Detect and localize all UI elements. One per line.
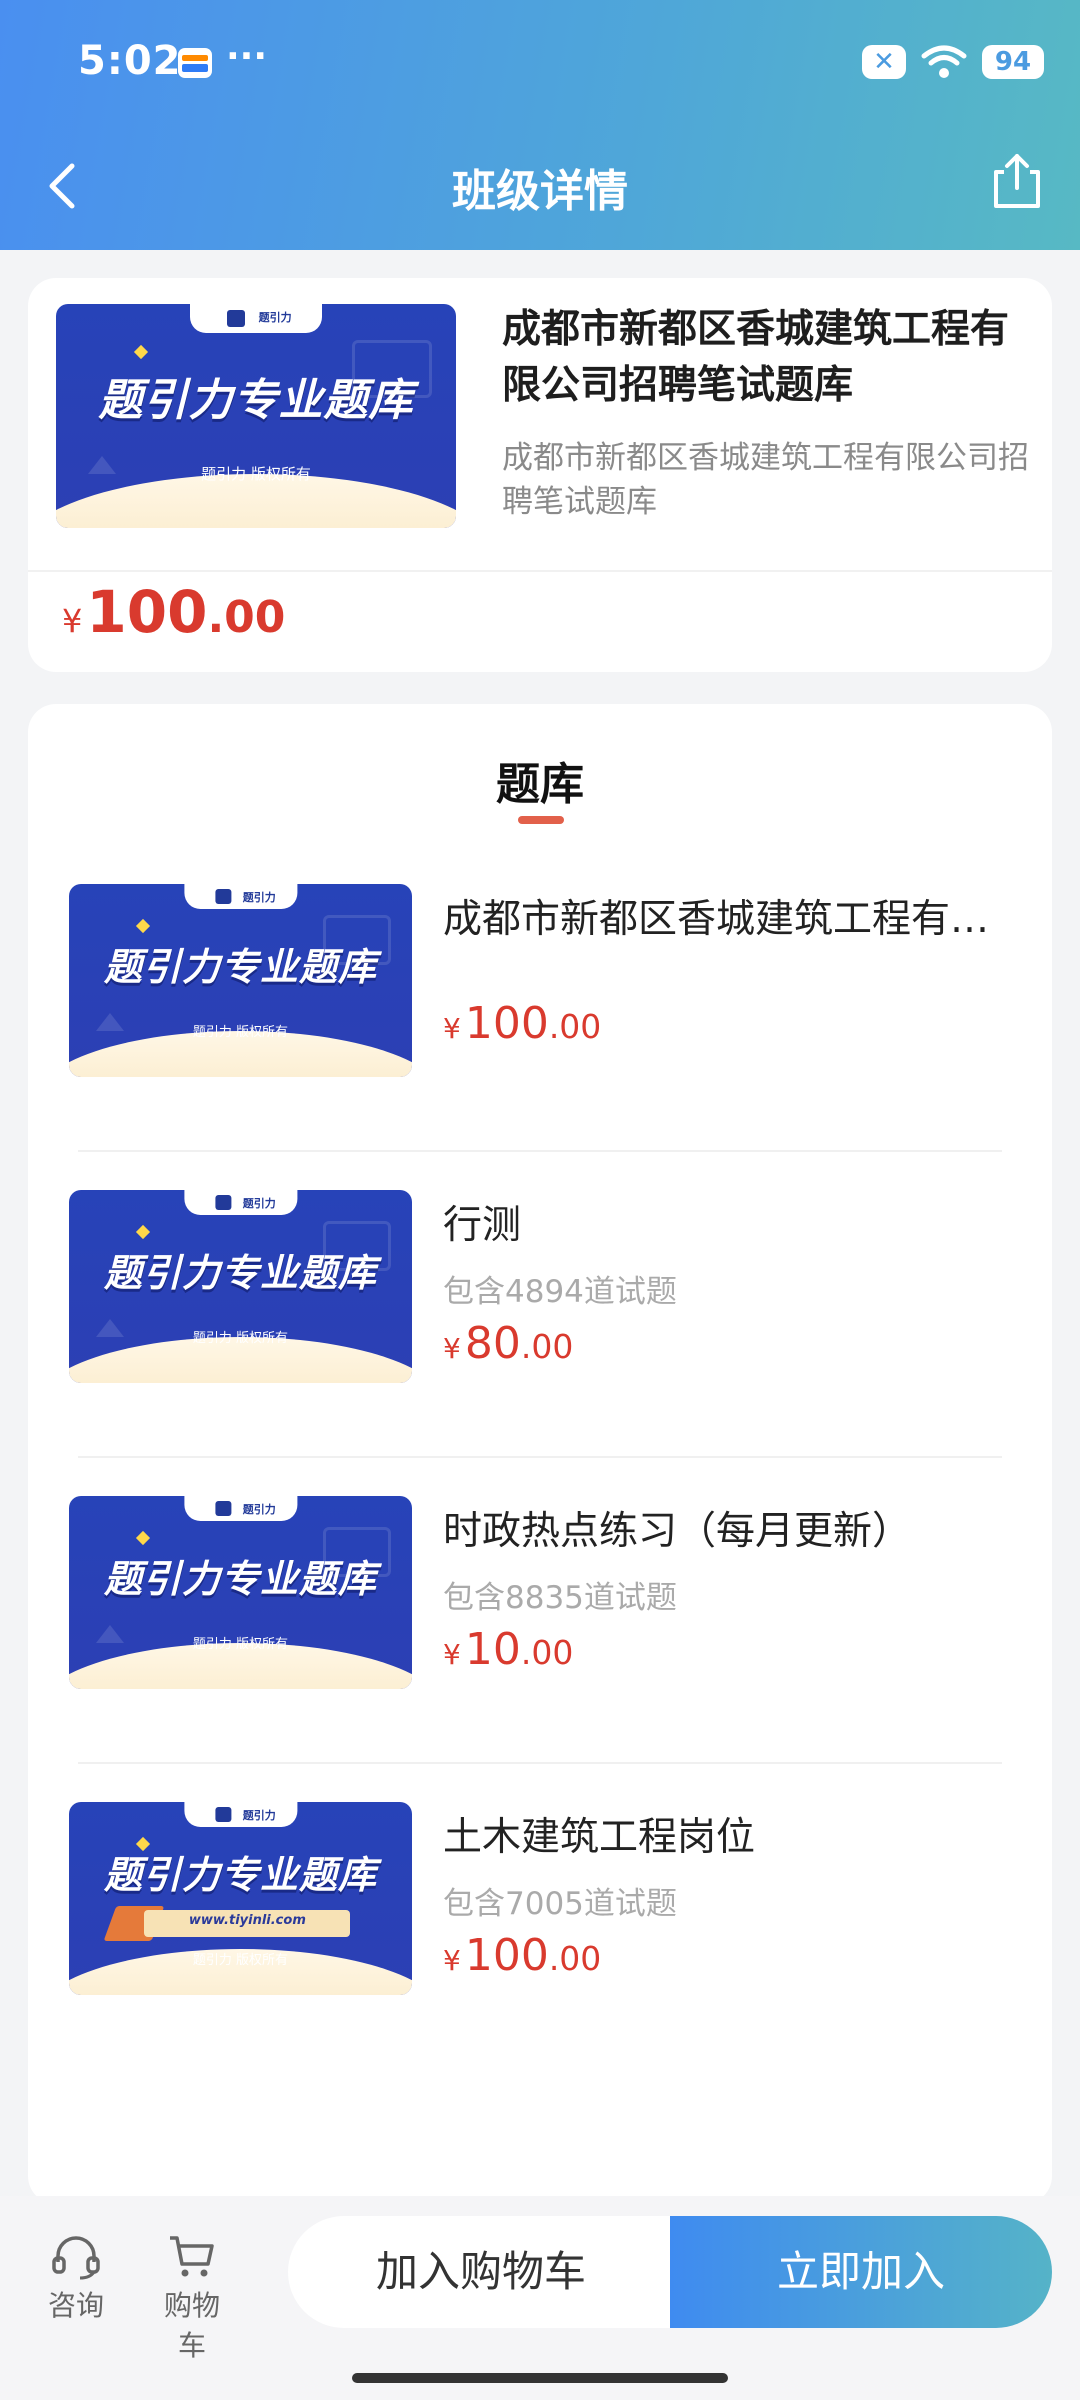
- banner-main-text: 题引力专业题库: [103, 1853, 377, 1898]
- banner-tab-text: 题引力: [242, 1502, 276, 1516]
- banner-main-text: 题引力专业题库: [98, 375, 414, 427]
- star-icon: [135, 1530, 150, 1545]
- divider: [78, 1456, 1002, 1458]
- item-question-count: 包含7005道试题: [443, 1886, 677, 1922]
- cart-button[interactable]: 购物车: [152, 2232, 232, 2364]
- list-item[interactable]: 题引力 题引力专业题库 题引力 版权所有 行测 包含4894道试题 ¥80.00: [28, 1190, 1052, 1496]
- item-name: 土木建筑工程岗位: [443, 1815, 756, 1860]
- price-decimal: .00: [207, 592, 286, 643]
- status-bar: 5:02 ··· ✕ 94: [78, 36, 1044, 92]
- star-icon: [135, 1224, 150, 1239]
- item-cover-image: 题引力 题引力专业题库 题引力 版权所有: [69, 884, 412, 1077]
- currency-symbol: ¥: [443, 1012, 461, 1045]
- brand-logo-icon: [215, 889, 232, 905]
- join-now-button[interactable]: 立即加入: [670, 2216, 1052, 2328]
- banner-copyright: 题引力 版权所有: [201, 465, 311, 484]
- star-icon: [133, 344, 149, 359]
- item-name: 行测: [443, 1203, 522, 1248]
- price-decimal: .00: [548, 1007, 602, 1046]
- item-name: 时政热点练习（每月更新）: [443, 1509, 912, 1554]
- banner-copyright: 题引力 版权所有: [192, 1637, 289, 1653]
- price-integer: 100: [86, 578, 208, 646]
- headset-icon: [52, 2236, 100, 2280]
- bottom-action-bar: 咨询 购物车 加入购物车 立即加入: [0, 2196, 1080, 2400]
- item-cover-image: 题引力 题引力专业题库 题引力 版权所有: [69, 1496, 412, 1689]
- course-cover-image: 题引力 题引力专业题库 题引力 版权所有: [56, 304, 456, 528]
- banner-copyright: 题引力 版权所有: [192, 1025, 289, 1041]
- section-title[interactable]: 题库: [28, 748, 1052, 812]
- banner-copyright: 题引力 版权所有: [192, 1952, 289, 1968]
- list-item[interactable]: 题引力 题引力专业题库 题引力 版权所有 成都市新都区香城建筑工程有限公司招聘笔…: [28, 884, 1052, 1190]
- section-tab-indicator: [518, 816, 564, 824]
- item-cover-image: 题引力 题引力专业题库 题引力 版权所有: [69, 1190, 412, 1383]
- price-decimal: .00: [520, 1327, 574, 1366]
- item-name: 成都市新都区香城建筑工程有限公司招聘笔试题库: [443, 897, 1023, 942]
- banner-copyright: 题引力 版权所有: [192, 1331, 289, 1347]
- consult-label: 咨询: [47, 2289, 104, 2322]
- banner-tab-text: 题引力: [242, 1196, 276, 1210]
- page-title: 班级详情: [452, 166, 628, 217]
- brand-logo-icon: [215, 1195, 232, 1211]
- more-notifications-icon: ···: [226, 36, 268, 77]
- list-item[interactable]: 题引力 题引力专业题库 www.tiyinli.com 题引力 版权所有 土木建…: [28, 1802, 1052, 2108]
- currency-symbol: ¥: [443, 1332, 461, 1365]
- banner-tab-text: 题引力: [242, 1808, 276, 1822]
- item-question-count: 包含4894道试题: [443, 1274, 677, 1310]
- price-integer: 100: [464, 998, 549, 1049]
- divider: [78, 1150, 1002, 1152]
- banner-tab-text: 题引力: [258, 311, 292, 325]
- currency-symbol: ¥: [443, 1638, 461, 1671]
- wallet-app-icon: [178, 48, 212, 78]
- price-integer: 10: [464, 1624, 521, 1675]
- banner-url: www.tiyinli.com: [144, 1910, 351, 1938]
- banner-tab: 题引力: [183, 1496, 298, 1522]
- item-question-count: 包含8835道试题: [443, 1580, 677, 1616]
- brand-logo-icon: [226, 309, 246, 328]
- add-to-cart-button[interactable]: 加入购物车: [288, 2216, 674, 2328]
- item-price: ¥10.00: [443, 1624, 573, 1675]
- battery-indicator: 94: [982, 45, 1044, 79]
- currency-symbol: ¥: [62, 602, 83, 640]
- course-summary-card: 题引力 题引力专业题库 题引力 版权所有 成都市新都区香城建筑工程有限公司招聘笔…: [28, 278, 1052, 672]
- status-time: 5:02: [78, 38, 182, 84]
- banner-tab: 题引力: [190, 304, 322, 334]
- consult-button[interactable]: 咨询: [36, 2232, 116, 2324]
- no-sim-icon: ✕: [862, 45, 906, 79]
- banner-main-text: 题引力专业题库: [103, 1251, 377, 1296]
- share-icon[interactable]: [990, 150, 1044, 210]
- item-cover-image: 题引力 题引力专业题库 www.tiyinli.com 题引力 版权所有: [69, 1802, 412, 1995]
- currency-symbol: ¥: [443, 1944, 461, 1977]
- brand-logo-icon: [215, 1501, 232, 1517]
- price-integer: 100: [464, 1930, 549, 1981]
- course-subtitle: 成都市新都区香城建筑工程有限公司招聘笔试题库: [502, 440, 1029, 520]
- cart-label: 购物车: [163, 2289, 220, 2362]
- question-bank-card: 题库 题引力 题引力专业题库 题引力 版权所有 成都市新都区香城建筑工程有限公司…: [28, 704, 1052, 2204]
- item-price: ¥100.00: [443, 998, 601, 1049]
- status-right: ✕ 94: [862, 44, 1044, 80]
- banner-main-text: 题引力专业题库: [103, 1557, 377, 1602]
- cart-icon: [170, 2236, 214, 2277]
- item-price: ¥100.00: [443, 1930, 601, 1981]
- banner-tab: 题引力: [183, 1802, 298, 1828]
- divider: [78, 1762, 1002, 1764]
- header: 5:02 ··· ✕ 94 班级详情: [0, 0, 1080, 250]
- course-title: 成都市新都区香城建筑工程有限公司招聘笔试题库: [502, 307, 1010, 408]
- wifi-icon: [921, 45, 967, 78]
- banner-tab-text: 题引力: [242, 890, 276, 904]
- item-price: ¥80.00: [443, 1318, 573, 1369]
- banner-tab: 题引力: [183, 884, 298, 910]
- list-item[interactable]: 题引力 题引力专业题库 题引力 版权所有 时政热点练习（每月更新） 包含8835…: [28, 1496, 1052, 1802]
- banner-main-text: 题引力专业题库: [103, 945, 377, 990]
- divider: [28, 570, 1052, 572]
- brand-logo-icon: [215, 1807, 232, 1823]
- course-price: ¥100.00: [62, 578, 285, 646]
- home-indicator[interactable]: [352, 2373, 728, 2383]
- price-decimal: .00: [520, 1633, 574, 1672]
- price-decimal: .00: [548, 1939, 602, 1978]
- banner-tab: 题引力: [183, 1190, 298, 1216]
- price-integer: 80: [464, 1318, 521, 1369]
- star-icon: [135, 918, 150, 933]
